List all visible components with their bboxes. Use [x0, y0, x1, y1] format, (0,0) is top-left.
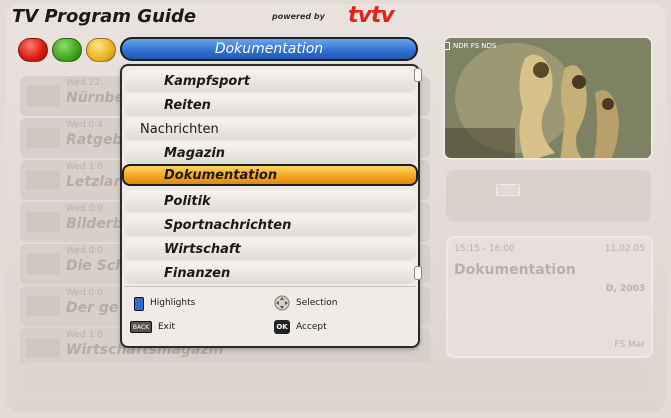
channel-logo-icon — [26, 128, 60, 148]
back-key-icon: BACK — [130, 321, 152, 333]
info-channel: FS Mar — [614, 340, 645, 350]
category-selector[interactable]: Dokumentation — [120, 37, 418, 61]
legend-accept: Accept — [296, 322, 327, 332]
navigation-pad-icon — [274, 295, 290, 311]
menu-item-nachrichten[interactable]: Nachrichten — [124, 118, 416, 140]
red-key-button[interactable] — [18, 38, 48, 62]
timeline-marker — [496, 184, 520, 196]
program-name: Letzlar — [66, 174, 121, 190]
program-time: Wed 0:0 — [66, 246, 103, 256]
scroll-down-arrow[interactable] — [414, 266, 422, 280]
program-time: Wed 1:0 — [66, 330, 103, 340]
live-preview: NDR FS NDS — [443, 36, 653, 160]
tv-icon — [445, 42, 450, 50]
ok-key-icon: OK — [274, 320, 290, 334]
category-dropdown[interactable]: Kampfsport Reiten Nachrichten Magazin Do… — [120, 64, 422, 348]
key-legend: Highlights Selection BACK Exit OK Accept — [124, 286, 416, 344]
menu-item-wirtschaft[interactable]: Wirtschaft — [124, 238, 416, 260]
brand-logo: tvtv — [348, 3, 395, 28]
program-time: Wed 22: — [66, 78, 103, 88]
blue-key-icon — [134, 297, 144, 311]
menu-item-politik[interactable]: Politik — [124, 190, 416, 212]
channel-logo-icon — [26, 296, 60, 316]
menu-item-kampfsport[interactable]: Kampfsport — [124, 70, 416, 92]
legend-exit: Exit — [158, 322, 176, 332]
bottom-strip — [20, 362, 650, 392]
page-title: TV Program Guide — [12, 6, 197, 27]
program-name: Ratgeb — [66, 132, 123, 148]
info-time: 15:15 - 16:00 — [454, 244, 515, 254]
legend-selection: Selection — [296, 298, 338, 308]
menu-item-finanzen[interactable]: Finanzen — [124, 262, 416, 284]
program-time: Wed 0:4 — [66, 120, 103, 130]
channel-logo-icon — [26, 170, 60, 190]
info-date: 11.02.05 — [604, 244, 645, 254]
menu-item-reiten[interactable]: Reiten — [124, 94, 416, 116]
green-key-button[interactable] — [52, 38, 82, 62]
channel-logo-icon — [26, 86, 60, 106]
program-time: Wed 0:0 — [66, 288, 103, 298]
powered-by-label: powered by — [272, 12, 325, 21]
program-info: 15:15 - 16:00 11.02.05 Dokumentation D, … — [446, 236, 653, 358]
program-name: Nürnbe — [66, 90, 125, 106]
menu-item-dokumentation[interactable]: Dokumentation — [122, 164, 418, 186]
channel-name: NDR FS NDS — [445, 42, 497, 50]
timeline-grid — [446, 170, 651, 222]
channel-logo-icon — [26, 254, 60, 274]
preview-image — [445, 38, 651, 158]
legend-highlights: Highlights — [150, 298, 196, 308]
program-name: Der ge — [66, 300, 119, 316]
channel-logo-icon — [26, 338, 60, 358]
category-label: Dokumentation — [214, 41, 324, 57]
program-time: Wed 0:0 — [66, 204, 103, 214]
yellow-key-button[interactable] — [86, 38, 116, 62]
scroll-up-arrow[interactable] — [414, 68, 422, 82]
channel-name-label: NDR FS NDS — [453, 42, 497, 50]
info-title: Dokumentation — [454, 262, 576, 278]
menu-item-magazin[interactable]: Magazin — [124, 142, 416, 164]
menu-item-sportnachrichten[interactable]: Sportnachrichten — [124, 214, 416, 236]
program-name: Bilderb — [66, 216, 123, 232]
channel-logo-icon — [26, 212, 60, 232]
info-meta: D, 2003 — [605, 284, 645, 294]
program-name: Die Sch — [66, 258, 126, 274]
program-time: Wed 1:0 — [66, 162, 103, 172]
